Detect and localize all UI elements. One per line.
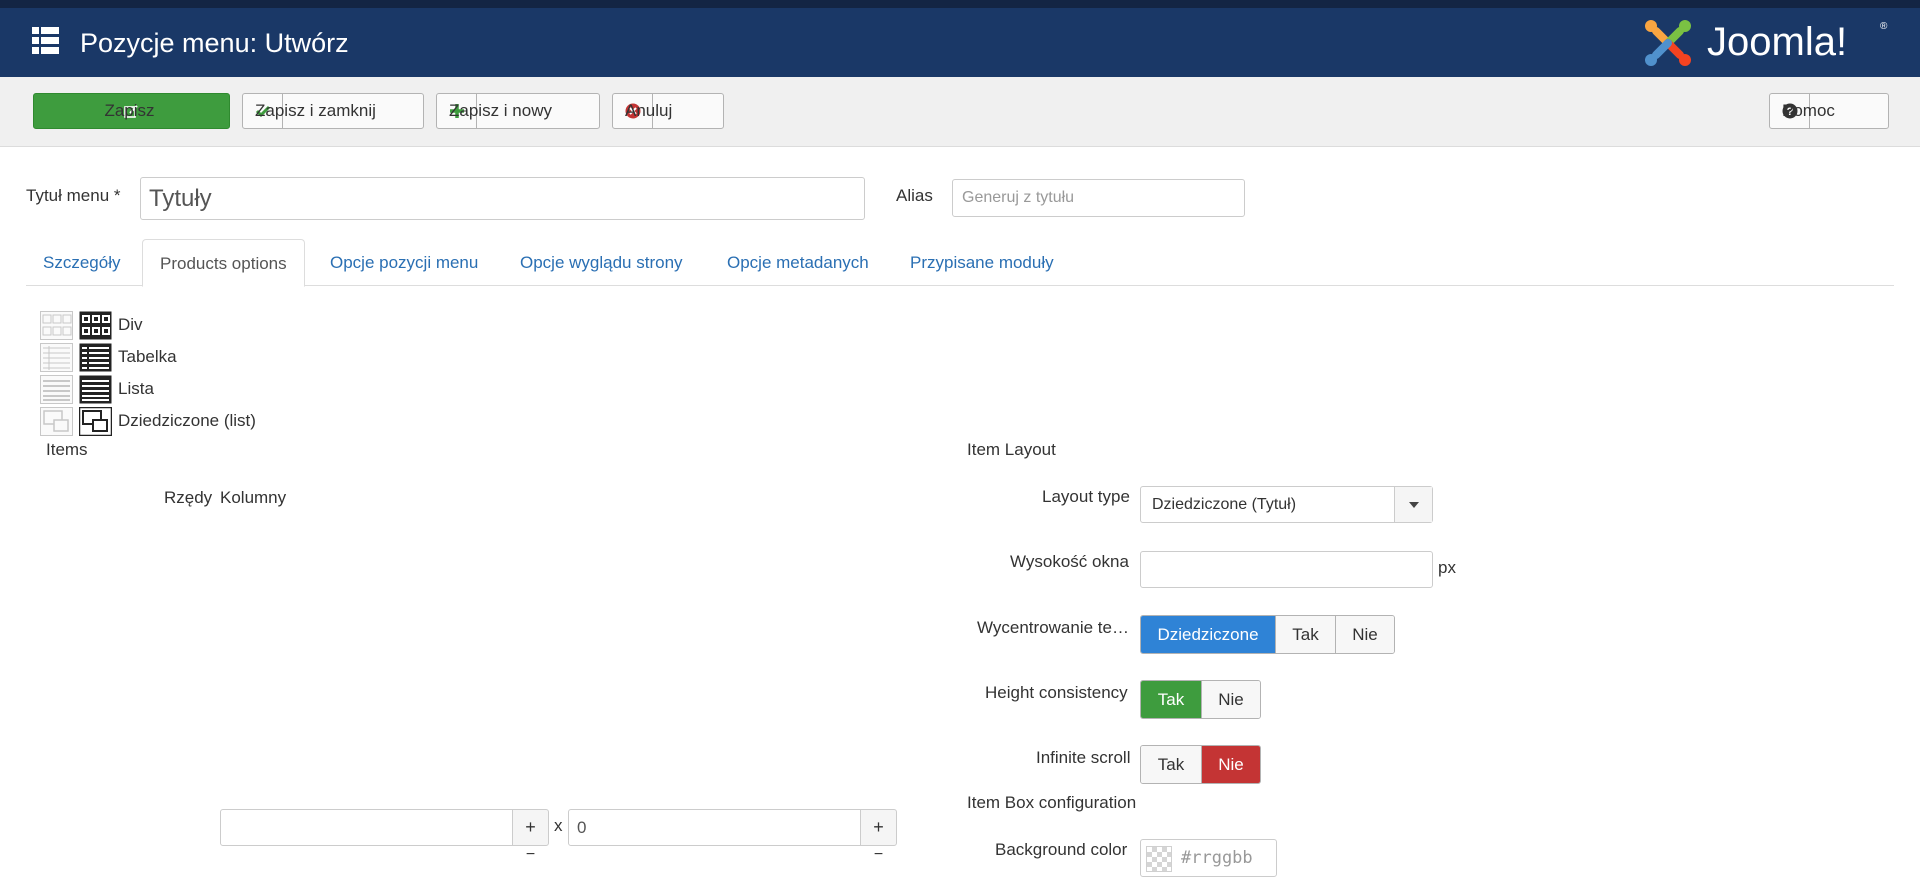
layout-option-label: Tabelka bbox=[118, 347, 177, 366]
layout-option-label: Lista bbox=[118, 379, 154, 398]
save-close-label: Zapisz i zamknij bbox=[255, 101, 376, 120]
save-label: Zapisz bbox=[104, 101, 155, 120]
background-color-placeholder: #rrggbb bbox=[1181, 848, 1253, 868]
height-consistency-toggle: Tak Nie bbox=[1140, 680, 1261, 719]
layout-option-table[interactable]: Tabelka bbox=[40, 342, 177, 372]
layout-option-inherited[interactable]: Dziedziczone (list) bbox=[40, 406, 256, 436]
tab-page-display-options[interactable]: Opcje wyglądu strony bbox=[503, 239, 700, 286]
page-title: Pozycje menu: Utwórz bbox=[80, 28, 349, 58]
layout-option-label: Dziedziczone (list) bbox=[118, 411, 256, 430]
window-height-label: Wysokość okna bbox=[1010, 552, 1129, 571]
tab-metadata-options[interactable]: Opcje metadanych bbox=[710, 239, 886, 286]
help-button[interactable]: ? Pomoc bbox=[1769, 93, 1889, 129]
top-strip bbox=[0, 0, 1920, 8]
center-option-no[interactable]: Nie bbox=[1336, 616, 1394, 653]
window-height-unit: px bbox=[1438, 558, 1456, 577]
tab-menu-item-options[interactable]: Opcje pozycji menu bbox=[313, 239, 495, 286]
alias-input[interactable] bbox=[952, 179, 1245, 217]
tab-assigned-modules[interactable]: Przypisane moduły bbox=[893, 239, 1071, 286]
layout-option-label: Div bbox=[118, 315, 143, 334]
infinite-scroll-toggle: Tak Nie bbox=[1140, 745, 1261, 784]
dimension-separator: x bbox=[554, 816, 563, 835]
center-option-yes[interactable]: Tak bbox=[1276, 616, 1336, 653]
center-option-inherited[interactable]: Dziedziczone bbox=[1141, 616, 1276, 653]
items-heading: Items bbox=[46, 440, 88, 459]
title-input[interactable] bbox=[140, 177, 865, 220]
list-layout-dark-icon bbox=[79, 375, 112, 403]
rows-label: Rzędy bbox=[164, 488, 213, 507]
rows-minus-button[interactable]: − bbox=[512, 847, 549, 863]
table-layout-dark-icon bbox=[79, 343, 112, 371]
logo-registered-mark: ® bbox=[1880, 21, 1888, 32]
columns-input[interactable] bbox=[568, 809, 861, 846]
tab-products-options[interactable]: Products options bbox=[142, 239, 305, 287]
joomla-logo[interactable]: Joomla! ® bbox=[1642, 17, 1892, 69]
layout-type-value: Dziedziczone (Tytuł) bbox=[1152, 496, 1297, 513]
item-layout-heading: Item Layout bbox=[967, 440, 1056, 459]
columns-label: Kolumny bbox=[220, 488, 287, 507]
inherited-layout-dark-icon bbox=[79, 406, 112, 436]
window-height-input[interactable] bbox=[1140, 551, 1433, 588]
infinite-scroll-no[interactable]: Nie bbox=[1202, 746, 1260, 783]
help-label: Pomoc bbox=[1782, 101, 1835, 120]
table-layout-light-icon bbox=[40, 342, 73, 372]
save-button[interactable]: Zapisz bbox=[33, 93, 230, 129]
layout-type-label: Layout type bbox=[1042, 487, 1130, 506]
height-consistency-no[interactable]: Nie bbox=[1202, 681, 1260, 718]
columns-plus-button[interactable]: + bbox=[860, 809, 897, 846]
save-close-button[interactable]: Zapisz i zamknij bbox=[242, 93, 424, 129]
center-text-toggle: Dziedziczone Tak Nie bbox=[1140, 615, 1395, 654]
layout-type-select[interactable]: Dziedziczone (Tytuł) bbox=[1140, 486, 1433, 523]
joomla-logo-icon bbox=[1645, 20, 1691, 66]
layout-option-div[interactable]: Div bbox=[40, 310, 143, 340]
tab-szczegoly[interactable]: Szczegóły bbox=[26, 239, 137, 286]
caret-down-icon bbox=[1394, 487, 1432, 522]
div-grid-light-icon bbox=[40, 310, 73, 340]
list-layout-light-icon bbox=[40, 374, 73, 404]
save-new-label: Zapisz i nowy bbox=[449, 101, 552, 120]
tab-bar: Szczegóły Products options Opcje pozycji… bbox=[26, 239, 1894, 287]
item-box-heading: Item Box configuration bbox=[967, 793, 1137, 812]
div-grid-dark-icon bbox=[79, 311, 112, 339]
save-new-button[interactable]: Zapisz i nowy bbox=[436, 93, 600, 129]
cancel-label: Anuluj bbox=[625, 101, 673, 120]
background-color-input[interactable]: #rrggbb bbox=[1140, 839, 1277, 877]
columns-minus-button[interactable]: − bbox=[860, 847, 897, 863]
infinite-scroll-yes[interactable]: Tak bbox=[1141, 746, 1202, 783]
list-menu-icon[interactable] bbox=[32, 27, 59, 54]
layout-option-list[interactable]: Lista bbox=[40, 374, 154, 404]
inherited-layout-light-icon bbox=[40, 406, 73, 436]
toolbar: Zapisz Zapisz i zamknij Zapisz i nowy An… bbox=[0, 77, 1920, 147]
alias-label: Alias bbox=[896, 186, 933, 205]
background-color-label: Background color bbox=[995, 840, 1128, 859]
color-swatch-icon[interactable] bbox=[1146, 846, 1172, 872]
app-header: Pozycje menu: Utwórz Joomla! ® bbox=[0, 8, 1920, 77]
center-text-label: Wycentrowanie te… bbox=[977, 618, 1129, 637]
rows-plus-button[interactable]: + bbox=[512, 809, 549, 846]
infinite-scroll-label: Infinite scroll bbox=[1036, 748, 1131, 767]
height-consistency-label: Height consistency bbox=[985, 683, 1128, 702]
cancel-button[interactable]: Anuluj bbox=[612, 93, 724, 129]
title-label: Tytuł menu * bbox=[26, 186, 121, 205]
logo-text: Joomla! bbox=[1707, 20, 1848, 64]
rows-input[interactable] bbox=[220, 809, 513, 846]
height-consistency-yes[interactable]: Tak bbox=[1141, 681, 1202, 718]
